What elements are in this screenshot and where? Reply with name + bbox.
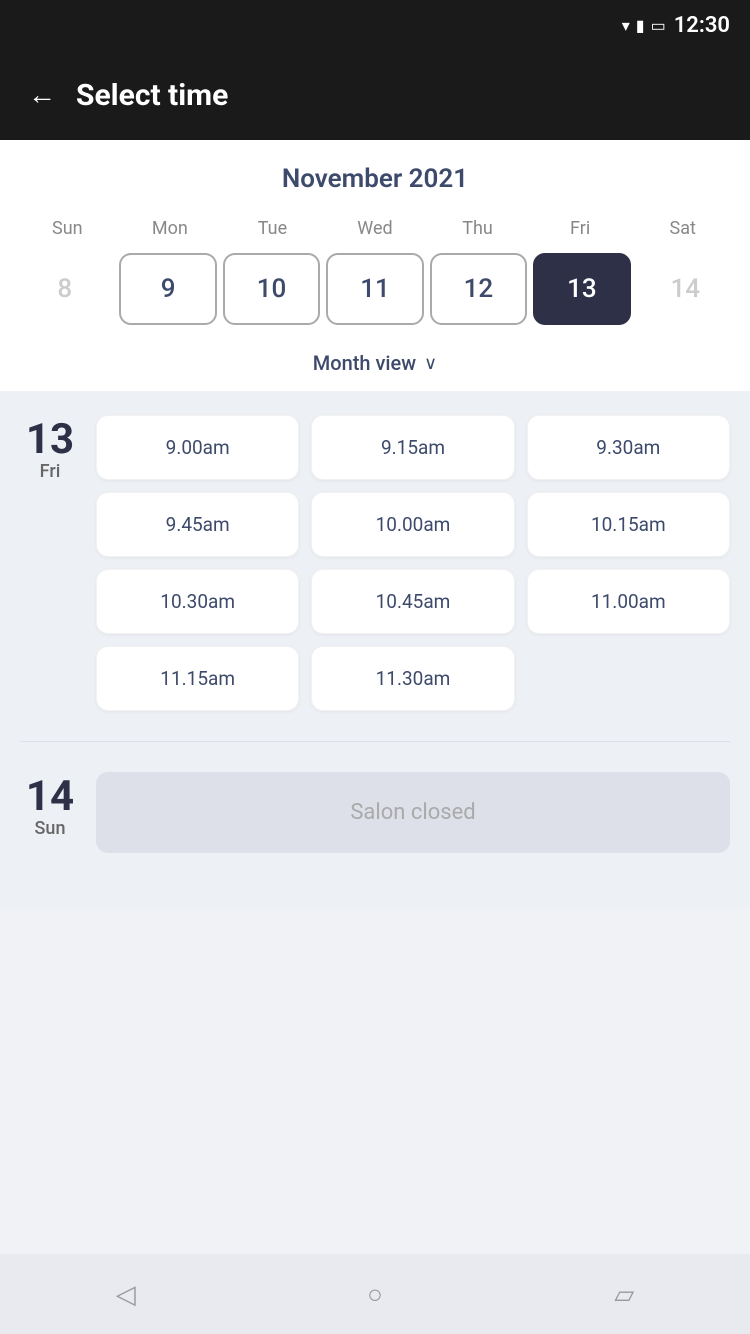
back-button[interactable]: ← <box>28 79 56 111</box>
status-icons: ▾ ▮ ▭ <box>622 16 666 35</box>
day-number-13: 13 <box>26 419 74 461</box>
day-header-mon: Mon <box>119 214 222 243</box>
section-divider <box>20 741 730 742</box>
day-label-14: 14 Sun <box>20 772 80 853</box>
time-slot-945[interactable]: 9.45am <box>96 492 299 557</box>
closed-slots: Salon closed <box>96 772 730 853</box>
time-slot-930[interactable]: 9.30am <box>527 415 730 480</box>
month-view-label: Month view <box>313 351 416 375</box>
nav-recent-button[interactable]: ▱ <box>594 1269 654 1320</box>
time-slot-900[interactable]: 9.00am <box>96 415 299 480</box>
wifi-icon: ▾ <box>622 16 630 35</box>
salon-closed-message: Salon closed <box>96 772 730 853</box>
status-time: 12:30 <box>674 13 730 38</box>
day-name-13: Fri <box>40 461 61 482</box>
status-bar: ▾ ▮ ▭ 12:30 <box>0 0 750 50</box>
day-header-tue: Tue <box>221 214 324 243</box>
day-headers: Sun Mon Tue Wed Thu Fri Sat <box>16 214 734 243</box>
month-view-toggle[interactable]: Month view ∨ <box>16 341 734 391</box>
nav-home-button[interactable]: ○ <box>347 1269 403 1320</box>
day-cell-9[interactable]: 9 <box>119 253 216 325</box>
day-header-fri: Fri <box>529 214 632 243</box>
recent-nav-icon: ▱ <box>614 1279 634 1309</box>
time-slot-1130[interactable]: 11.30am <box>311 646 514 711</box>
time-slot-1045[interactable]: 10.45am <box>311 569 514 634</box>
day-header-sat: Sat <box>631 214 734 243</box>
month-year-label: November 2021 <box>16 164 734 194</box>
day-cell-10[interactable]: 10 <box>223 253 320 325</box>
page-title: Select time <box>76 78 228 113</box>
day-cell-12[interactable]: 12 <box>430 253 527 325</box>
time-slot-915[interactable]: 9.15am <box>311 415 514 480</box>
day-header-thu: Thu <box>426 214 529 243</box>
back-nav-icon: ◁ <box>116 1279 136 1309</box>
time-slot-1030[interactable]: 10.30am <box>96 569 299 634</box>
time-slot-1115[interactable]: 11.15am <box>96 646 299 711</box>
battery-icon: ▭ <box>651 16 666 35</box>
home-nav-icon: ○ <box>367 1279 383 1309</box>
day-header-wed: Wed <box>324 214 427 243</box>
chevron-down-icon: ∨ <box>424 353 437 374</box>
time-slot-1015[interactable]: 10.15am <box>527 492 730 557</box>
day-header-sun: Sun <box>16 214 119 243</box>
day-label-13: 13 Fri <box>20 415 80 711</box>
day-block-14: 14 Sun Salon closed <box>20 772 730 853</box>
day-cell-14[interactable]: 14 <box>637 253 734 325</box>
time-slot-1000[interactable]: 10.00am <box>311 492 514 557</box>
day-name-14: Sun <box>35 818 66 839</box>
day-cell-11[interactable]: 11 <box>326 253 423 325</box>
day-number-14: 14 <box>26 776 74 818</box>
day-cell-13[interactable]: 13 <box>533 253 630 325</box>
calendar-section: November 2021 Sun Mon Tue Wed Thu Fri Sa… <box>0 140 750 391</box>
day-cell-8[interactable]: 8 <box>16 253 113 325</box>
day-row: 8 9 10 11 12 13 14 <box>16 253 734 341</box>
bottom-nav: ◁ ○ ▱ <box>0 1254 750 1334</box>
nav-back-button[interactable]: ◁ <box>96 1269 156 1320</box>
time-slot-1100[interactable]: 11.00am <box>527 569 730 634</box>
day-block-13: 13 Fri 9.00am 9.15am 9.30am 9.45am 10.00… <box>20 415 730 711</box>
slots-section: 13 Fri 9.00am 9.15am 9.30am 9.45am 10.00… <box>0 391 750 907</box>
signal-icon: ▮ <box>636 16 645 35</box>
header: ← Select time <box>0 50 750 140</box>
slots-grid-13: 9.00am 9.15am 9.30am 9.45am 10.00am 10.1… <box>96 415 730 711</box>
